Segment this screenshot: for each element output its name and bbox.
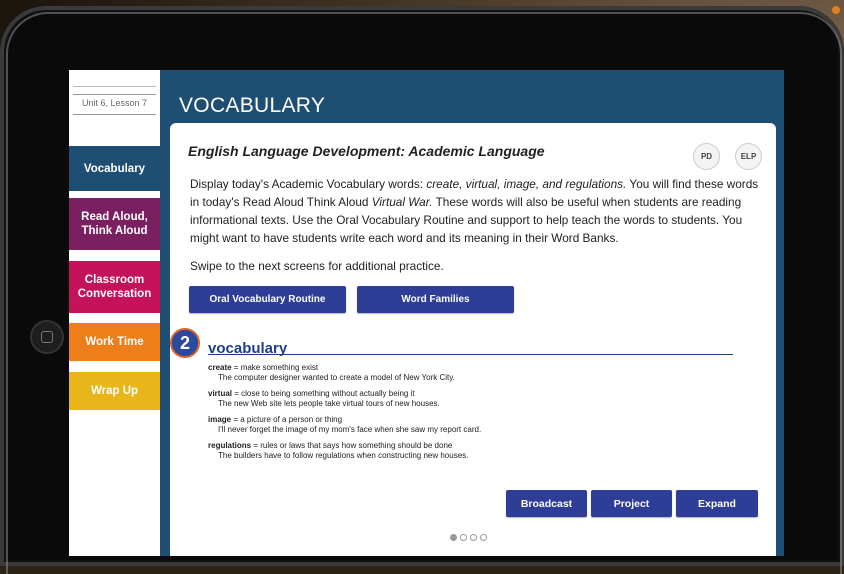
step-number-badge: 2 (170, 328, 200, 358)
vocab-definition: = make something exist (231, 363, 319, 372)
sidebar-item-label: Read Aloud, Think Aloud (81, 211, 148, 237)
vocab-definition: = a picture of a person or thing (231, 415, 343, 424)
indicator-dot (832, 6, 840, 14)
list-item: regulations = rules or laws that says ho… (208, 441, 748, 461)
body-vocab-words: create, virtual, image, and regulations. (426, 177, 627, 191)
vocab-example: I'll never forget the image of my mom's … (218, 425, 482, 434)
vocab-definition: = close to being something without actua… (232, 389, 415, 398)
instruction-text: Display today's Academic Vocabulary word… (190, 175, 765, 247)
sidebar-item-classroom-conversation[interactable]: Classroom Conversation (69, 261, 160, 313)
word-families-button[interactable]: Word Families (357, 286, 514, 313)
list-item: virtual = close to being something witho… (208, 389, 748, 409)
vocab-definition: = rules or laws that says how something … (251, 441, 453, 450)
page-dot[interactable] (460, 534, 467, 541)
page-dot[interactable] (470, 534, 477, 541)
pd-button[interactable]: PD (693, 143, 720, 170)
divider (73, 86, 156, 87)
sidebar-item-work-time[interactable]: Work Time (69, 323, 160, 361)
body-text-start: Display today's Academic Vocabulary word… (190, 177, 427, 191)
elp-button[interactable]: ELP (735, 143, 762, 170)
sidebar-item-label: Work Time (85, 336, 144, 348)
body-read-aloud-title: Virtual War. (371, 195, 433, 209)
swipe-hint: Swipe to the next screens for additional… (190, 259, 444, 273)
vocab-word: virtual (208, 389, 233, 398)
list-item: image = a picture of a person or thing I… (208, 415, 748, 435)
expand-button[interactable]: Expand (676, 490, 758, 517)
page-dot[interactable] (480, 534, 487, 541)
vocab-word: image (208, 415, 232, 424)
sidebar-item-vocabulary[interactable]: Vocabulary (69, 146, 160, 191)
home-button-icon[interactable] (30, 320, 64, 354)
content-card: English Language Development: Academic L… (170, 123, 776, 556)
sidebar-item-label: Wrap Up (90, 385, 139, 397)
vocabulary-list: create = make something exist The comput… (208, 363, 748, 467)
sidebar-item-label: Classroom Conversation (77, 274, 152, 300)
sidebar: Unit 6, Lesson 7 Vocabulary Read Aloud, … (69, 70, 160, 556)
card-title: English Language Development: Academic L… (188, 143, 545, 159)
project-button[interactable]: Project (591, 490, 672, 517)
sidebar-item-wrap-up[interactable]: Wrap Up (69, 372, 160, 410)
vocab-example: The computer designer wanted to create a… (218, 373, 455, 382)
oral-vocabulary-routine-button[interactable]: Oral Vocabulary Routine (189, 286, 346, 313)
pagination-dots (450, 534, 487, 541)
sidebar-item-label: Vocabulary (83, 162, 146, 175)
vocab-word: regulations (208, 441, 252, 450)
sidebar-item-read-aloud[interactable]: Read Aloud, Think Aloud (69, 198, 160, 250)
vocab-word: create (208, 363, 232, 372)
broadcast-button[interactable]: Broadcast (506, 490, 587, 517)
unit-lesson-label: Unit 6, Lesson 7 (73, 94, 156, 115)
page-title: VOCABULARY (179, 94, 326, 117)
list-item: create = make something exist The comput… (208, 363, 748, 383)
app-screen: Unit 6, Lesson 7 Vocabulary Read Aloud, … (69, 70, 784, 556)
vocab-example: The builders have to follow regulations … (218, 451, 469, 460)
vocab-example: The new Web site lets people take virtua… (218, 399, 440, 408)
page-dot[interactable] (450, 534, 457, 541)
divider (208, 354, 733, 355)
